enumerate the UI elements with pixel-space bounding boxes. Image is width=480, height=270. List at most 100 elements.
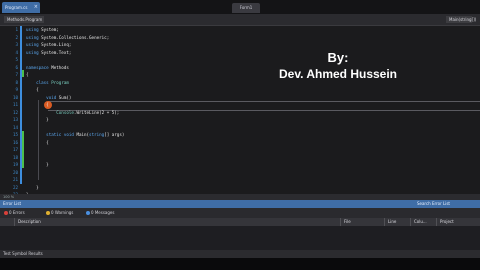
code-line[interactable]: Console.WriteLine(2 + 5); xyxy=(26,109,466,117)
line-number: 2 xyxy=(15,34,18,40)
line-number: 7 xyxy=(15,72,18,77)
code-line[interactable]: { xyxy=(26,86,466,94)
line-number: 15 xyxy=(12,132,18,137)
code-token: { xyxy=(26,139,49,145)
line-number: 8 xyxy=(15,79,18,85)
line-number: 17 xyxy=(12,147,18,152)
error-filter-label: 0 Messages xyxy=(91,210,115,215)
code-line[interactable]: using System.Collections.Generic; xyxy=(26,34,466,42)
title-bar: Program.cs × Form1 xyxy=(0,0,480,14)
column-header[interactable]: Colu... xyxy=(410,218,436,226)
code-token: System; xyxy=(41,27,59,32)
error-filter-button[interactable]: 0 Warnings xyxy=(46,210,73,216)
status-icon xyxy=(46,211,50,215)
code-token: using xyxy=(26,27,42,32)
code-token: } xyxy=(26,162,49,167)
code-token: static void xyxy=(46,132,77,137)
column-header[interactable]: Description xyxy=(14,218,340,226)
code-line[interactable] xyxy=(26,169,466,177)
line-number: 19 xyxy=(12,162,18,167)
code-line[interactable]: void Sum() xyxy=(26,94,466,102)
error-list-panel: Error List Search Error List 0 Errors 0 W… xyxy=(0,200,480,250)
line-number-gutter: 123456789101112131415161718192021222324 xyxy=(4,26,18,206)
column-header[interactable]: Project xyxy=(436,218,480,226)
tab-program[interactable]: Program.cs × xyxy=(2,2,40,13)
error-filter-bar: 0 Errors 0 Warnings 0 Messages xyxy=(0,208,480,218)
tab-form1[interactable]: Form1 xyxy=(232,3,260,13)
error-list-title: Error List xyxy=(3,201,22,206)
watermark-line1: By: xyxy=(327,50,349,65)
line-number: 13 xyxy=(12,117,18,122)
code-token: } xyxy=(26,117,49,122)
code-token: void xyxy=(46,94,59,100)
line-number: 12 xyxy=(12,109,18,115)
code-token: } xyxy=(26,184,39,190)
line-number: 20 xyxy=(12,169,18,175)
code-token: Sum() xyxy=(58,94,72,100)
column-header[interactable]: File xyxy=(340,218,384,226)
code-line[interactable]: using System; xyxy=(26,26,466,34)
error-filter-button[interactable]: 0 Messages xyxy=(86,210,114,216)
code-line[interactable]: } xyxy=(26,184,466,192)
code-token: System.Collections.Generic; xyxy=(41,34,110,40)
close-icon[interactable]: × xyxy=(34,2,38,13)
saved-change-marker xyxy=(22,70,24,77)
code-token: Program xyxy=(51,79,69,85)
video-border xyxy=(0,258,480,270)
error-filter-label: 0 Errors xyxy=(9,210,25,215)
code-token: using xyxy=(26,49,42,55)
code-token: class xyxy=(36,79,52,85)
code-token: { xyxy=(26,87,39,92)
line-number: 21 xyxy=(12,177,18,182)
code-line[interactable]: } xyxy=(26,116,466,124)
status-icon xyxy=(4,211,8,215)
watermark: By: Dev. Ahmed Hussein xyxy=(268,50,408,82)
code-line[interactable] xyxy=(26,146,466,154)
code-token: System.Text; xyxy=(41,49,72,55)
line-number: 10 xyxy=(12,94,18,100)
footer-tab[interactable]: Test Symbol Results xyxy=(0,250,480,258)
line-number: 22 xyxy=(12,184,18,190)
code-line[interactable]: { xyxy=(26,139,466,147)
code-line[interactable] xyxy=(26,154,466,162)
code-token: using xyxy=(26,42,42,47)
line-number: 18 xyxy=(12,154,18,160)
line-number: 5 xyxy=(15,57,18,62)
column-header[interactable]: Line xyxy=(384,218,410,226)
line-number: 4 xyxy=(15,49,18,55)
breadcrumb: Methods.Program Main(string[]) xyxy=(0,14,480,26)
code-token: [] args) xyxy=(104,132,125,137)
line-number: 16 xyxy=(12,139,18,145)
code-line[interactable]: } xyxy=(26,161,466,169)
code-token: Main( xyxy=(76,132,90,137)
error-table-header: Description File Line Colu... Project xyxy=(0,218,480,226)
member-dropdown[interactable]: Main(string[]) xyxy=(446,16,476,23)
code-token: string xyxy=(89,132,105,137)
line-number: 11 xyxy=(12,102,18,107)
error-list-search[interactable]: Search Error List xyxy=(417,200,450,208)
watermark-line2: Dev. Ahmed Hussein xyxy=(278,67,398,81)
code-line[interactable] xyxy=(26,124,466,132)
code-line[interactable]: static void Main(string[] args) xyxy=(26,131,466,139)
type-dropdown[interactable]: Methods.Program xyxy=(4,16,44,23)
saved-change-marker xyxy=(22,131,24,168)
code-token: namespace xyxy=(26,64,52,70)
code-token: Console xyxy=(56,109,74,115)
line-number: 6 xyxy=(15,64,18,70)
code-line[interactable]: { xyxy=(26,101,466,109)
error-filter-button[interactable]: 0 Errors xyxy=(4,210,25,216)
code-editor[interactable]: Methods.Program Main(string[]) 123456789… xyxy=(0,14,480,205)
code-token: System.Linq; xyxy=(41,42,72,47)
line-number: 9 xyxy=(15,87,18,92)
tab-label: Program.cs xyxy=(5,5,28,10)
status-icon xyxy=(86,211,90,215)
code-token: using xyxy=(26,34,42,40)
line-number: 14 xyxy=(12,124,18,130)
code-line[interactable]: using System.Linq; xyxy=(26,41,466,49)
error-filter-label: 0 Warnings xyxy=(51,210,74,215)
code-line[interactable] xyxy=(26,176,466,184)
code-token: { xyxy=(26,102,49,107)
